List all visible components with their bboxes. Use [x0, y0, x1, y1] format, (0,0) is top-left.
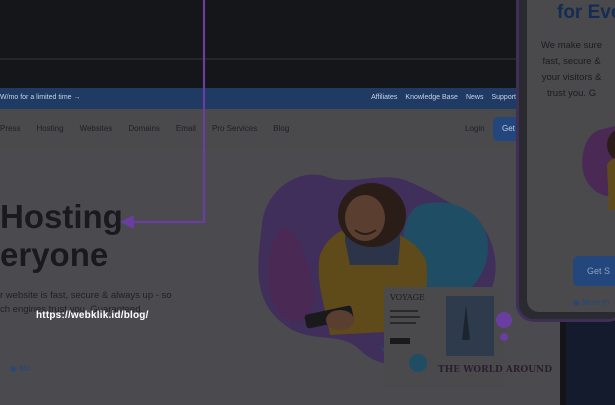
play-icon: ◉ — [573, 298, 580, 307]
phone-text: We make sure fast, secure & your visitor… — [541, 40, 603, 99]
phone-more-link[interactable]: ◉ More th — [573, 298, 609, 307]
annotation-arrow — [120, 0, 206, 229]
phone-more-label: More th — [582, 298, 610, 307]
overlay-url: https://webklik.id/blog/ — [36, 310, 149, 321]
phone-get-started-button[interactable]: Get S — [573, 256, 615, 286]
phone-title: for Eve — [557, 2, 615, 23]
mockup-card-headline: THE WORLD AROUND — [438, 365, 552, 375]
mockup-card-title: VOYAGE — [389, 293, 425, 302]
screenshot-stage: W/mo for a limited time → Affiliates Kno… — [0, 0, 615, 405]
background-panel — [566, 322, 615, 405]
phone-illustration — [582, 126, 615, 210]
phone-mockup: for Eve We make sure fast, secure & your… — [516, 0, 615, 322]
